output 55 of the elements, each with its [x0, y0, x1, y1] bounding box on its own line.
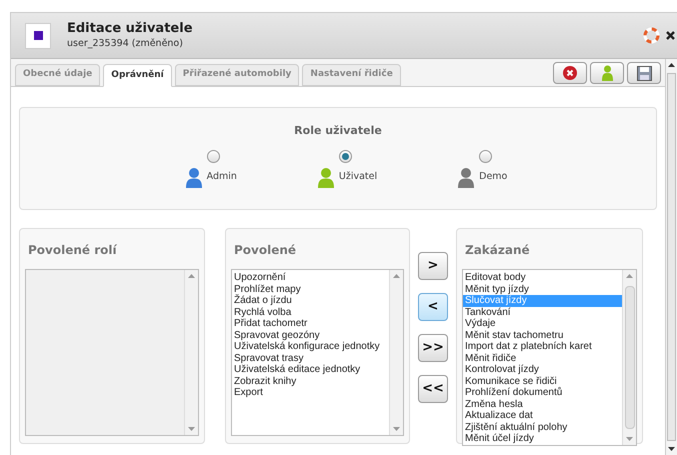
- person-icon: [602, 65, 612, 81]
- list-box[interactable]: [462, 269, 637, 446]
- list-item[interactable]: Tankování: [463, 306, 622, 318]
- role-title: Role uživatele: [294, 123, 382, 139]
- tab[interactable]: Oprávnění: [103, 64, 172, 87]
- panel-title: Povolené: [233, 242, 298, 259]
- list-item[interactable]: Spravovat trasy: [232, 352, 389, 364]
- list-item[interactable]: Prohlížení dokumentů: [463, 387, 622, 398]
- list-item[interactable]: Žádat o jízdu: [232, 295, 389, 306]
- list-item[interactable]: Rychlá volba: [232, 306, 389, 318]
- list-item[interactable]: Zjištění aktuální polohy: [463, 422, 622, 433]
- role-label[interactable]: Demo: [479, 170, 508, 185]
- scrollbar-thumb[interactable]: [667, 73, 676, 441]
- move-button[interactable]: >>: [418, 334, 448, 362]
- list-item[interactable]: Výdaje: [463, 318, 622, 330]
- radio-button[interactable]: [338, 150, 352, 162]
- close-circle-icon: [563, 66, 577, 80]
- window-subtitle: user_235394 (změněno): [67, 36, 184, 51]
- scrollbar-thumb[interactable]: [624, 286, 634, 428]
- role-label[interactable]: Uživatel: [338, 170, 378, 185]
- cancel-button[interactable]: [553, 62, 587, 84]
- list-item[interactable]: Přidat tachometr: [232, 318, 389, 330]
- move-button[interactable]: <<: [418, 375, 448, 403]
- panel-title: Zakázané: [464, 242, 531, 259]
- list-item[interactable]: Uživatelská konfigurace jednotky: [232, 341, 389, 352]
- radio-button[interactable]: [479, 150, 492, 162]
- list-item[interactable]: Měnit typ jízdy: [463, 284, 622, 295]
- role-label[interactable]: Admin: [206, 170, 237, 185]
- scroll-down-icon[interactable]: [668, 447, 675, 451]
- scroll-up-icon[interactable]: [668, 63, 675, 67]
- list-item[interactable]: Aktualizace dat: [463, 410, 622, 422]
- list-item[interactable]: Uživatelská editace jednotky: [232, 364, 389, 376]
- window-title: Editace uživatele: [67, 20, 193, 37]
- list-item[interactable]: Editovat body: [463, 272, 622, 284]
- save-button[interactable]: [627, 62, 661, 84]
- list-item[interactable]: Prohlížet mapy: [232, 284, 389, 295]
- panel-title: Povolené rolí: [27, 242, 118, 259]
- lifebuoy-icon[interactable]: [643, 27, 660, 44]
- radio-button[interactable]: [206, 150, 220, 162]
- list-item[interactable]: Komunikace se řidiči: [463, 376, 622, 387]
- list-item[interactable]: Měnit stav tachometru: [463, 330, 622, 341]
- list-item[interactable]: Zobrazit knihy: [232, 376, 389, 387]
- list-item[interactable]: Upozornění: [232, 272, 389, 284]
- list-item[interactable]: Import dat z platebních karet: [463, 341, 622, 352]
- list-item[interactable]: Export: [232, 387, 389, 398]
- list-item[interactable]: Spravovat geozóny: [232, 330, 389, 341]
- list-item[interactable]: Měnit řidiče: [463, 352, 622, 364]
- list-item[interactable]: Kontrolovat jízdy: [463, 364, 622, 376]
- move-button[interactable]: <: [418, 293, 448, 321]
- app-logo-icon: [25, 22, 51, 48]
- move-button[interactable]: >: [418, 252, 448, 280]
- close-icon[interactable]: [666, 31, 675, 40]
- list-item[interactable]: Měnit účel jízdy: [463, 433, 622, 444]
- list-box[interactable]: Upozornění Prohlížet mapy Žádat o jízdu Rychlá volba Přidat tachometr Spravovat geozóny Uživatelská konfigurace jednotky Spravovat trasy Uživatelská editace jednotky Zobrazit knihy Export: [231, 269, 404, 436]
- list-item[interactable]: Změna hesla: [463, 398, 622, 410]
